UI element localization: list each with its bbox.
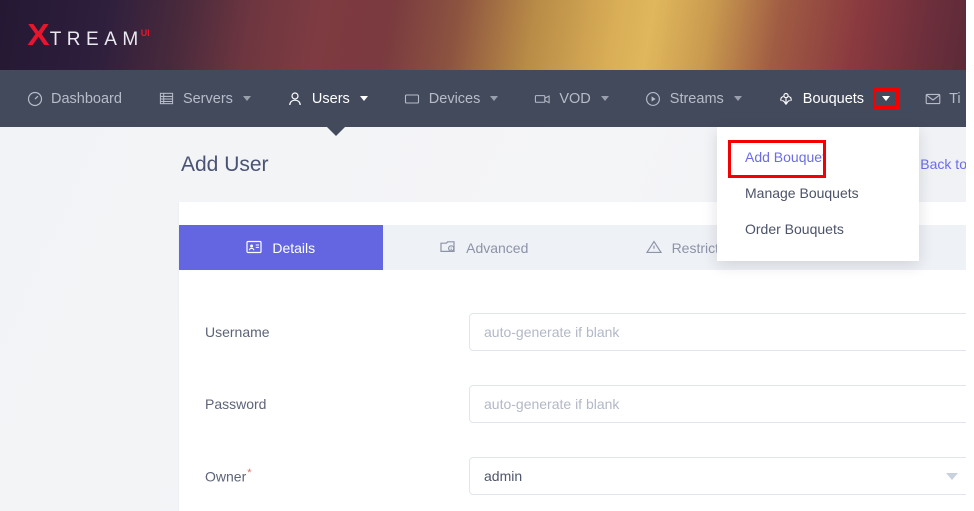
form-row-owner: Owner* admin [179,440,974,511]
page-scrollbar[interactable] [966,0,974,511]
nav-item-vod[interactable]: VOD [534,70,609,127]
menu-item-add-bouquet[interactable]: Add Bouquet [717,139,919,175]
tab-label-advanced: Advanced [466,239,529,256]
nav-label-dashboard: Dashboard [51,90,122,107]
play-circle-icon [645,90,662,107]
password-input[interactable] [469,385,971,423]
label-password: Password [205,396,267,412]
servers-icon [158,90,175,107]
id-card-icon [246,240,262,256]
nav-label-streams: Streams [669,90,724,107]
field-wrap-owner: admin [469,457,971,495]
bouquet-icon [778,90,795,107]
nav-label-devices: Devices [428,90,481,107]
nav-item-bouquets[interactable]: Bouquets [778,70,900,127]
app-logo[interactable]: X TREAM UI [27,17,153,52]
nav-item-dashboard[interactable]: Dashboard [26,70,122,127]
chevron-down-icon[interactable] [600,96,609,101]
nav-item-tickets[interactable]: Ti [924,70,961,127]
nav-item-servers[interactable]: Servers [158,70,251,127]
chevron-down-icon[interactable] [242,96,251,101]
username-input[interactable] [469,313,971,351]
label-owner-text: Owner [205,468,247,485]
nav-item-devices[interactable]: Devices [404,70,499,127]
tab-label-details: Details [272,239,316,256]
user-icon [287,90,304,107]
nav-label-vod: VOD [559,90,591,107]
warning-icon [645,240,662,256]
nav-label-servers: Servers [182,90,233,107]
user-form: Username Password Owner* admin [179,270,974,511]
active-nav-pointer [327,127,345,136]
chevron-down-icon[interactable] [359,96,368,101]
required-marker: * [247,467,252,480]
main-navigation: Dashboard Servers Users Devices VOD Stre… [0,70,966,127]
form-row-password: Password [179,368,974,440]
field-wrap-username [469,313,971,351]
tab-advanced[interactable]: Advanced [382,225,586,270]
field-wrap-password [469,385,971,423]
logo-x-mark: X [27,17,49,52]
page-title: Add User [181,153,269,176]
chevron-down-icon[interactable] [733,96,742,101]
logo-wordmark: TREAM [49,29,144,50]
tab-details[interactable]: Details [179,225,383,270]
label-username: Username [205,324,270,340]
menu-item-manage-bouquets[interactable]: Manage Bouquets [717,175,919,211]
owner-select[interactable]: admin [469,457,971,495]
logo-superscript: UI [140,28,150,38]
video-icon [534,90,551,107]
device-icon [404,90,421,107]
mail-icon [924,90,941,107]
brand-header: X TREAM UI [0,0,966,70]
form-row-username: Username [179,296,974,368]
bouquets-dropdown-menu: Add Bouquet Manage Bouquets Order Bouque… [717,127,919,261]
nav-item-users[interactable]: Users [287,70,368,127]
nav-item-streams[interactable]: Streams [645,70,742,127]
nav-label-bouquets: Bouquets [802,90,865,107]
chevron-down-icon[interactable] [882,96,891,101]
dashboard-icon [26,90,43,107]
settings-icon [440,240,456,256]
menu-item-order-bouquets[interactable]: Order Bouquets [717,211,919,247]
nav-label-users: Users [311,90,350,107]
chevron-down-icon[interactable] [490,96,499,101]
label-owner: Owner* [205,467,469,485]
bouquets-chevron-highlight[interactable] [873,88,900,109]
owner-select-value: admin [484,468,523,484]
nav-label-tickets: Ti [949,90,961,107]
